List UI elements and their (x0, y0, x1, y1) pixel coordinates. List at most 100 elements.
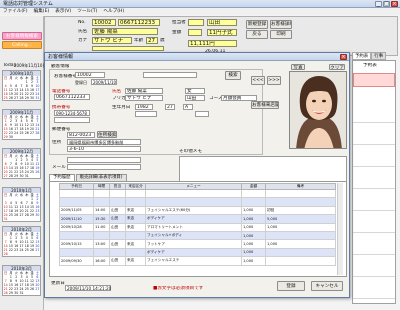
table-cell: フットケア (145, 239, 242, 249)
calendar-day[interactable] (29, 291, 34, 295)
maximize-icon[interactable]: □ (383, 1, 390, 7)
birthday-field[interactable]: 1982 (135, 104, 153, 110)
table-cell: 16:00 (93, 256, 110, 266)
register-button[interactable]: 新規登録 (246, 20, 268, 29)
calendar-day[interactable] (35, 252, 40, 256)
menu-help[interactable]: ヘルプ(H) (103, 8, 124, 15)
table-cell: 山田 (109, 239, 126, 249)
schedule-block[interactable] (353, 73, 395, 87)
address3-field[interactable] (67, 157, 141, 163)
table-cell: 1,000 (265, 222, 336, 232)
table-row[interactable]: 2009/11/05 14:00 山田 来店 フェイシャルエステ(60分) 1,000 初回 (59, 205, 336, 216)
table-cell: 1,000 (241, 230, 266, 241)
table-row[interactable]: 2009/10/28 11:00 山田 来店 アロマトリートメント 1,000 1,000 (59, 222, 336, 232)
calling-button[interactable]: Calling... (2, 41, 42, 49)
address-search-button[interactable]: 住所検索 (97, 131, 117, 138)
customer-no-field[interactable]: 10002 (75, 72, 105, 78)
close-icon[interactable]: × (340, 54, 347, 60)
address-label: 住所 (52, 140, 62, 145)
table-row[interactable]: ボディケア 1,000 (59, 247, 336, 258)
email-label: メール (52, 165, 66, 170)
extra-select[interactable] (195, 111, 209, 117)
staff-label: 担当者 (172, 20, 186, 25)
tab-reservation-history[interactable]: 予約履歴 (49, 174, 75, 181)
tab-event[interactable]: 行事 (371, 52, 386, 60)
customer-photo-image (290, 72, 346, 148)
kana-field[interactable]: サトウ ヒナ (125, 95, 163, 101)
menu-edit[interactable]: 編集(E) (34, 8, 50, 15)
schedule-label: 予約表 (363, 63, 377, 68)
column-header[interactable]: 来店区分 (125, 183, 146, 190)
table-cell (93, 230, 110, 241)
no-value: 10002 (92, 19, 116, 26)
table-cell (59, 247, 94, 258)
blood-field[interactable]: A (183, 104, 193, 110)
minimize-icon[interactable]: _ (375, 1, 382, 7)
cancel-button[interactable]: キャンセル (311, 281, 343, 291)
required-note: ■赤文字は必須項目です (153, 286, 204, 291)
customer-detail-button[interactable]: お客様詳細 (270, 20, 292, 29)
email2-field[interactable] (67, 164, 141, 170)
menu-bar: ファイル(F) 編集(E) 表示(V) ツール(T) ヘルプ(H) (0, 8, 400, 15)
prev-button[interactable]: <<< (251, 76, 265, 85)
table-cell: アロマトリートメント (145, 222, 242, 232)
calendar-day[interactable]: 30 (35, 213, 40, 217)
reg-date-field[interactable]: 2009/11/10 (91, 79, 117, 85)
gender-select[interactable]: 女 (185, 88, 205, 94)
next-button[interactable]: >>> (267, 76, 281, 85)
staff-select[interactable]: 山田 (185, 95, 205, 101)
back-button[interactable]: 戻る (246, 30, 268, 39)
memo-label: その他メモ (179, 149, 202, 154)
memo-field[interactable] (179, 156, 347, 182)
table-row[interactable] (59, 188, 336, 199)
table-cell: 来店 (125, 239, 146, 249)
menu-view[interactable]: 表示(V) (55, 8, 71, 15)
calendar-month-1: 2009年10月日月火水木金土 1 2 3 4 5 6 7 8 9 10 11 12 13 14 15 16 17… (2, 70, 41, 101)
email-field[interactable] (135, 111, 157, 117)
search-button[interactable]: 検索 (225, 71, 241, 80)
kana-value: サトウ ヒナ (92, 37, 132, 44)
close-icon[interactable]: × (391, 1, 398, 7)
calendar-day[interactable]: 31 (3, 217, 8, 221)
calendar-day[interactable] (35, 135, 40, 139)
tab-sales-detail[interactable]: 販売詳細(非表示項目) (75, 174, 127, 181)
history-button[interactable]: お客様来店履歴 (251, 101, 279, 109)
zip-field[interactable]: 812-0023 (67, 132, 95, 138)
calendar-day[interactable]: 27 (35, 287, 40, 291)
table-cell (125, 230, 146, 241)
photo-select-button[interactable]: 写真 (291, 64, 305, 70)
calendar-day[interactable] (35, 174, 40, 178)
schedule-grid[interactable]: 予約表 (352, 60, 396, 304)
address1-field[interactable]: 福岡県福岡市博多区博多駅前 (67, 139, 141, 145)
extra-value (92, 46, 164, 51)
tel-sub-field[interactable] (54, 117, 90, 123)
address2-field[interactable]: 3-6-10 (67, 146, 141, 152)
tel-main-field[interactable]: 0667112233 (54, 94, 90, 100)
table-row[interactable]: フェイシャル+ボディ 1,000 (59, 230, 336, 241)
table-cell: 1,000 (241, 222, 266, 232)
tab-reservation[interactable]: 予約表 (352, 52, 372, 60)
print-button[interactable]: 印刷 (270, 30, 292, 39)
table-cell: 15:30 (93, 214, 110, 224)
photo-clear-button[interactable]: クリア (329, 64, 345, 70)
table-row[interactable] (59, 197, 336, 207)
save-button[interactable]: 登録 (277, 281, 305, 291)
calendar-month-2: 2009年11月日月火水木金土 1 2 3 4 5 6 7 8 9 10 11 12 13 14 15 16 17… (2, 109, 41, 140)
table-cell (145, 188, 242, 199)
age-field[interactable]: 27 (165, 104, 175, 110)
update-date-label: 更新日 (51, 281, 65, 286)
name-field[interactable]: 佐藤 陽菜 (125, 88, 163, 94)
name-label: 氏名 (112, 89, 122, 94)
table-row[interactable]: 2009/11/10 15:30 山田 来店 ボディケア 1,000 5,000 (59, 214, 336, 224)
mobile-field[interactable]: 090-1234-5678 (54, 110, 90, 116)
table-row[interactable]: 2009/10/15 13:00 山田 来店 フットケア 1,000 1,000 (59, 239, 336, 249)
age-unit: 歳 (160, 38, 165, 43)
update-date-field: 2009/11/10 14:21:20 (65, 285, 112, 291)
table-scrollbar[interactable] (337, 183, 343, 275)
menu-tools[interactable]: ツール(T) (77, 8, 97, 15)
table-row[interactable]: 2009/09/30 16:00 山田 来店 フェイシャルエステ 1,000 (59, 256, 336, 266)
menu-file[interactable]: ファイル(F) (3, 8, 28, 15)
search-name-field[interactable] (143, 72, 197, 78)
calendar-day[interactable]: 31 (35, 96, 40, 100)
customer-search-button[interactable]: お客様情報検索 (2, 32, 42, 40)
